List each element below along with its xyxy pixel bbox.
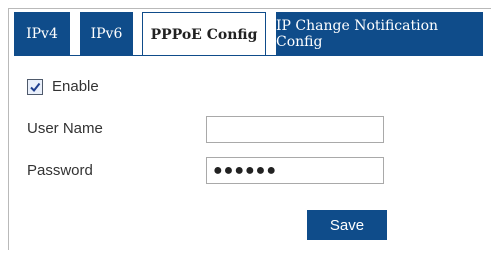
tab-pppoe-config[interactable]: PPPoE Config [142, 12, 266, 56]
username-field[interactable] [206, 116, 384, 143]
tab-ipv4[interactable]: IPv4 [14, 12, 70, 56]
save-button[interactable]: Save [307, 210, 387, 240]
tab-ipv6[interactable]: IPv6 [80, 12, 133, 56]
username-label: User Name [27, 120, 103, 137]
tab-underline [14, 55, 482, 56]
tab-ip-change-notification-config[interactable]: IP Change Notification Config [276, 12, 483, 56]
password-field[interactable]: ●●●●●● [206, 157, 384, 184]
enable-label: Enable [52, 78, 99, 95]
password-label: Password [27, 162, 93, 179]
enable-checkbox[interactable] [27, 79, 43, 95]
checkmark-icon [30, 82, 41, 93]
